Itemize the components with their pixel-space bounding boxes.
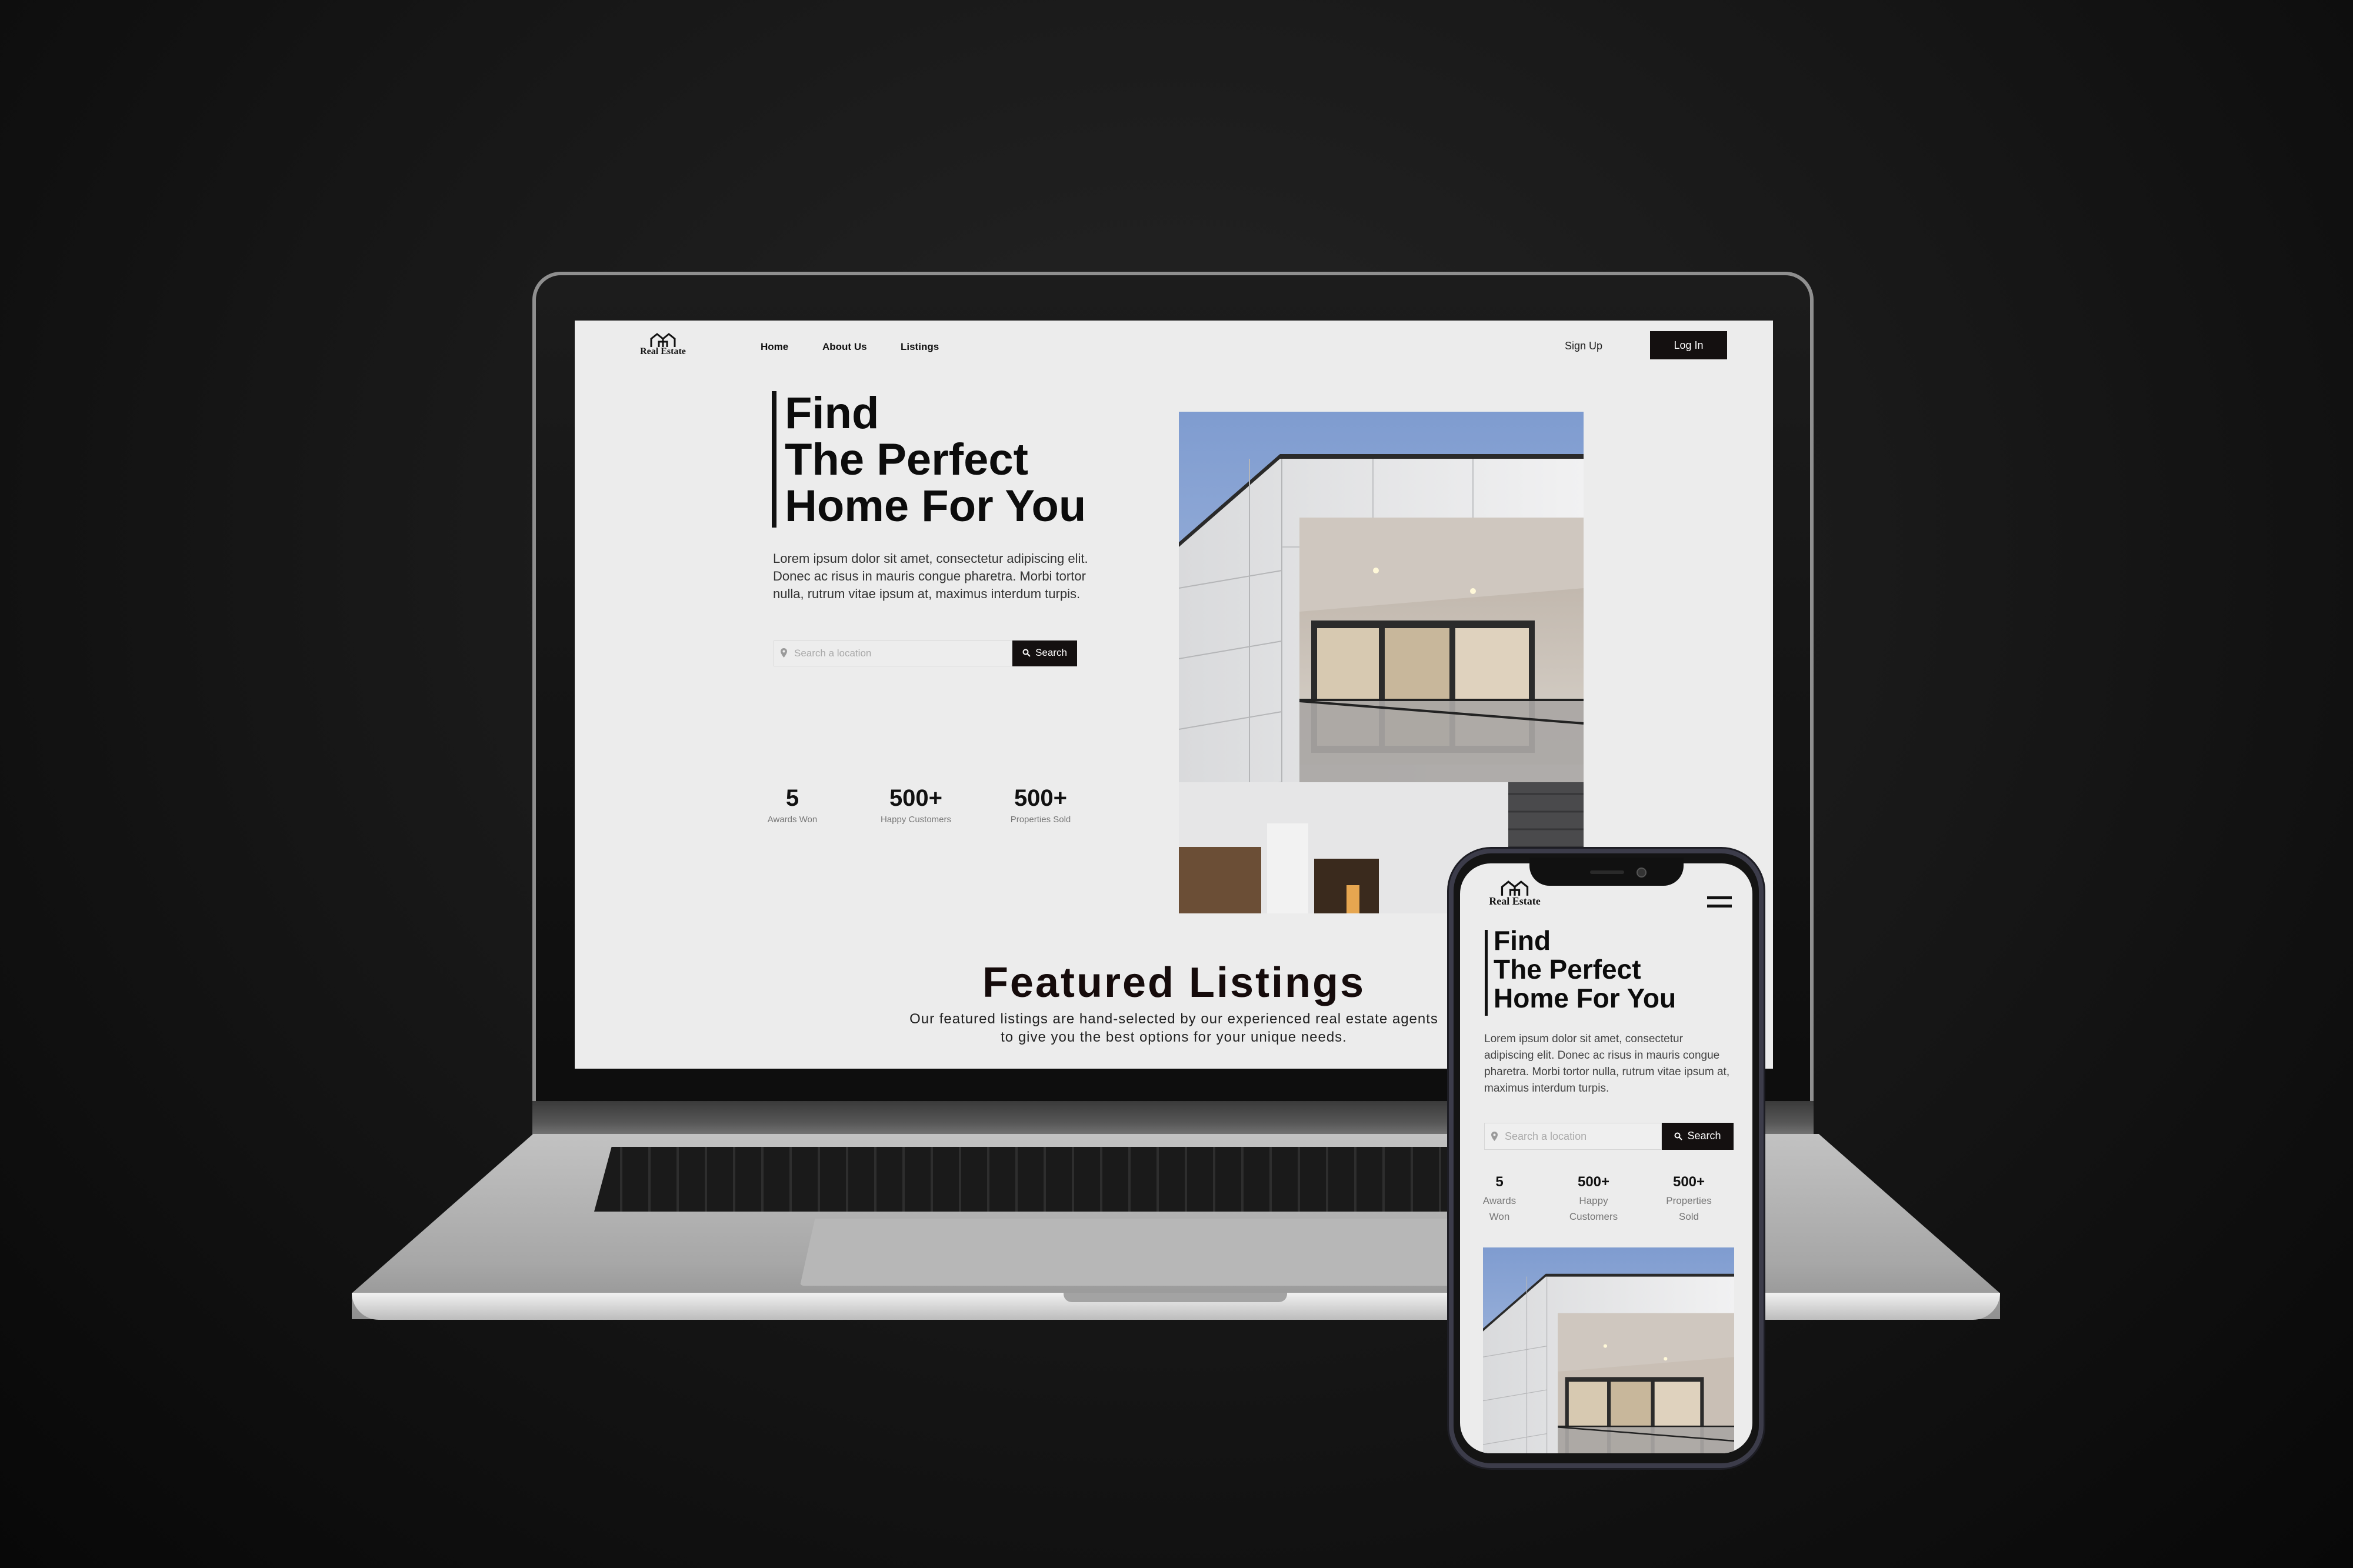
mobile-hero-description: Lorem ipsum dolor sit amet, consectetur … xyxy=(1484,1033,1730,1095)
sign-up-link[interactable]: Sign Up xyxy=(1565,340,1602,352)
location-search-input[interactable] xyxy=(774,640,1012,666)
stat-awards: 5 Awards Won xyxy=(760,785,825,825)
featured-subtitle-line-1: Our featured listings are hand-selected … xyxy=(909,1011,1438,1027)
stat-customers: 500+ Happy Customers xyxy=(869,785,963,825)
featured-subtitle-line-2: to give you the best options for your un… xyxy=(1001,1029,1347,1045)
mobile-screen: Real Estate Find The Perfect Home For Yo… xyxy=(1460,863,1752,1453)
mobile-search-button-label: Search xyxy=(1687,1129,1721,1142)
mobile-search-button[interactable]: Search xyxy=(1662,1123,1734,1150)
laptop-base-notch xyxy=(1064,1293,1287,1302)
stat-label: Properties Sold xyxy=(1666,1195,1712,1222)
log-in-button[interactable]: Log In xyxy=(1650,331,1727,359)
stat-value: 5 xyxy=(785,785,799,811)
hamburger-menu-icon[interactable] xyxy=(1707,896,1732,912)
search-icon xyxy=(1674,1131,1683,1143)
nav-listings[interactable]: Listings xyxy=(901,341,939,353)
stat-properties: 500+ Properties Sold xyxy=(994,785,1088,825)
search-icon xyxy=(1022,648,1031,660)
house-logo-icon xyxy=(631,332,695,348)
location-pin-icon xyxy=(1491,1132,1498,1144)
nav-home[interactable]: Home xyxy=(761,341,788,353)
mobile-stat-awards: 5 Awards Won xyxy=(1467,1174,1532,1225)
stat-label: Properties Sold xyxy=(1010,815,1071,825)
mobile-location-search: Search xyxy=(1484,1123,1734,1150)
stat-value: 500+ xyxy=(889,785,943,811)
stat-label: Happy Customers xyxy=(880,815,952,825)
house-logo-icon xyxy=(1482,880,1547,896)
mobile-hero-accent-bar xyxy=(1485,930,1488,1016)
brand-logo[interactable]: Real Estate xyxy=(631,332,695,357)
location-search: Search xyxy=(774,640,1079,666)
laptop-trackpad xyxy=(800,1219,1547,1286)
phone-camera-icon xyxy=(1637,868,1647,878)
stat-label: Awards Won xyxy=(767,815,818,825)
stat-value: 5 xyxy=(1495,1174,1504,1190)
search-button[interactable]: Search xyxy=(1012,640,1077,666)
stat-value: 500+ xyxy=(1672,1174,1705,1190)
mobile-location-search-input[interactable] xyxy=(1484,1123,1662,1150)
nav-about-us[interactable]: About Us xyxy=(822,341,867,353)
mobile-brand-logo[interactable]: Real Estate xyxy=(1482,880,1547,908)
hero-description: Lorem ipsum dolor sit amet, consectetur … xyxy=(773,551,1088,601)
mobile-stat-properties: 500+ Properties Sold xyxy=(1657,1174,1721,1225)
phone-speaker xyxy=(1590,870,1624,874)
location-pin-icon xyxy=(781,648,787,660)
hero-title: Find The Perfect Home For You xyxy=(785,388,1086,531)
hero-accent-bar xyxy=(772,391,776,528)
mobile-hero-house-image xyxy=(1483,1247,1734,1453)
stat-label: Awards Won xyxy=(1482,1195,1517,1222)
stat-value: 500+ xyxy=(1577,1174,1610,1190)
search-button-label: Search xyxy=(1035,647,1067,658)
mobile-brand-name: Real Estate xyxy=(1489,895,1541,907)
mobile-stat-customers: 500+ Happy Customers xyxy=(1561,1174,1626,1225)
mobile-hero-title: Find The Perfect Home For You xyxy=(1494,925,1677,1013)
brand-name: Real Estate xyxy=(640,346,686,356)
stat-value: 500+ xyxy=(1014,785,1068,811)
stat-label: Happy Customers xyxy=(1569,1195,1618,1222)
hero-house-image xyxy=(1179,412,1584,913)
